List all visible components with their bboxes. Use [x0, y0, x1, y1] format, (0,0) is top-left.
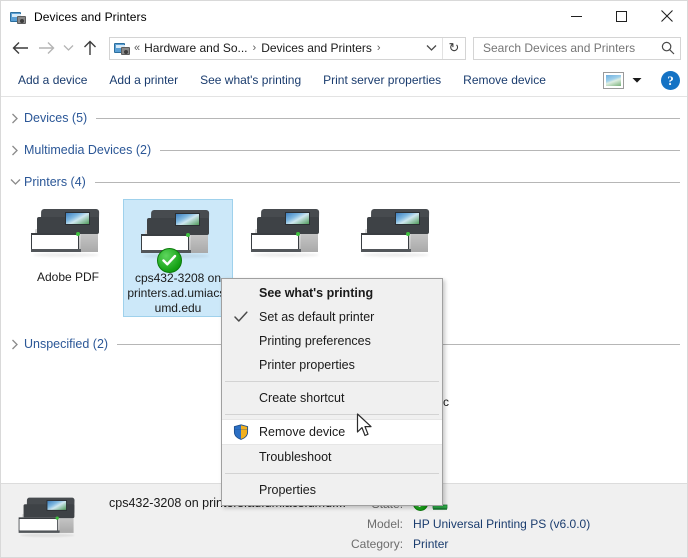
- menu-item-see-whats-printing[interactable]: See what's printing: [222, 281, 442, 305]
- printer-tile-cps432-3208[interactable]: cps432-3208 on printers.ad.umiacs.umd.ed…: [123, 199, 233, 317]
- details-value-model: HP Universal Printing PS (v6.0.0): [413, 517, 591, 531]
- address-bar-row: « Hardware and So... › Devices and Print…: [1, 32, 687, 64]
- group-rule: [94, 181, 680, 183]
- printer-tile-label: cps432-3208 on printers.ad.umiacs.umd.ed…: [127, 271, 229, 315]
- group-label-printers: Printers (4): [24, 175, 86, 189]
- menu-item-gutter: [222, 478, 259, 502]
- menu-separator: [225, 414, 439, 415]
- command-bar-right: ?: [603, 64, 684, 97]
- search-input[interactable]: [481, 40, 657, 56]
- minimize-button[interactable]: [554, 1, 599, 31]
- see-whats-printing-button[interactable]: See what's printing: [189, 65, 312, 95]
- printer-icon: [359, 207, 437, 263]
- devices-and-printers-icon: [114, 40, 130, 56]
- printer-icon: [139, 208, 217, 273]
- menu-item-label: Set as default printer: [259, 310, 375, 324]
- address-bar[interactable]: « Hardware and So... › Devices and Print…: [109, 36, 466, 60]
- printer-icon: [29, 207, 107, 263]
- menu-item-gutter: [222, 445, 259, 469]
- menu-item-label: Properties: [259, 483, 316, 497]
- chevron-down-icon[interactable]: [8, 175, 22, 189]
- remove-device-button[interactable]: Remove device: [452, 65, 557, 95]
- up-button[interactable]: [77, 35, 103, 61]
- menu-item-label: Troubleshoot: [259, 450, 332, 464]
- breadcrumb-separator[interactable]: ›: [249, 42, 261, 54]
- chevron-right-icon[interactable]: [8, 143, 22, 157]
- context-menu: See what's printing Set as default print…: [221, 278, 443, 506]
- printer-tile-adobe-pdf[interactable]: Adobe PDF: [13, 199, 123, 295]
- back-button[interactable]: [7, 35, 33, 61]
- printer-icon: [249, 207, 327, 263]
- help-icon[interactable]: ?: [661, 71, 680, 90]
- printer-icon: [17, 496, 81, 542]
- address-dropdown-button[interactable]: [420, 38, 442, 59]
- chevron-right-icon[interactable]: [8, 337, 22, 351]
- menu-item-label: Printer properties: [259, 358, 355, 372]
- add-a-device-button[interactable]: Add a device: [7, 65, 98, 95]
- chevron-right-icon[interactable]: [8, 111, 22, 125]
- breadcrumb-devices-and-printers[interactable]: Devices and Printers: [260, 41, 373, 55]
- close-button[interactable]: [644, 1, 687, 31]
- printer-tile-label: Adobe PDF: [36, 270, 100, 284]
- obscured-label-fragment: c: [443, 395, 449, 409]
- menu-item-gutter: [222, 329, 259, 353]
- group-header-devices[interactable]: Devices (5): [1, 105, 687, 131]
- devices-and-printers-window: Devices and Printers « Hardware and So..…: [0, 0, 688, 558]
- details-label-model: Model:: [367, 517, 404, 531]
- menu-item-printing-preferences[interactable]: Printing preferences: [222, 329, 442, 353]
- menu-item-gutter: [222, 420, 259, 444]
- menu-item-label: See what's printing: [259, 286, 374, 300]
- refresh-button[interactable]: ↻: [442, 37, 465, 59]
- menu-item-gutter: [222, 353, 259, 377]
- window-controls: [554, 1, 687, 31]
- menu-item-label: Create shortcut: [259, 391, 345, 405]
- menu-item-set-as-default-printer[interactable]: Set as default printer: [222, 305, 442, 329]
- menu-item-remove-device[interactable]: Remove device: [222, 419, 442, 445]
- group-label-unspecified: Unspecified (2): [24, 337, 109, 351]
- menu-separator: [225, 473, 439, 474]
- menu-item-properties[interactable]: Properties: [222, 478, 442, 502]
- maximize-button[interactable]: [599, 1, 644, 31]
- details-label-category: Category:: [351, 537, 404, 551]
- menu-item-label: Printing preferences: [259, 334, 371, 348]
- group-label-devices: Devices (5): [24, 111, 88, 125]
- group-header-printers[interactable]: Printers (4): [1, 169, 687, 195]
- group-header-multimedia-devices[interactable]: Multimedia Devices (2): [1, 137, 687, 163]
- print-server-properties-button[interactable]: Print server properties: [312, 65, 452, 95]
- refresh-icon: ↻: [448, 40, 460, 55]
- group-rule: [160, 149, 680, 151]
- menu-item-printer-properties[interactable]: Printer properties: [222, 353, 442, 377]
- menu-item-troubleshoot[interactable]: Troubleshoot: [222, 445, 442, 469]
- group-label-multimedia-devices: Multimedia Devices (2): [24, 143, 152, 157]
- menu-item-gutter: [222, 386, 259, 410]
- breadcrumb-overflow[interactable]: «: [133, 42, 143, 54]
- command-bar: Add a device Add a printer See what's pr…: [1, 64, 687, 97]
- devices-and-printers-icon: [10, 9, 26, 25]
- recent-locations-button[interactable]: [59, 35, 77, 61]
- view-thumbnail-icon[interactable]: [603, 72, 624, 89]
- add-a-printer-button[interactable]: Add a printer: [98, 65, 189, 95]
- default-printer-check-icon: [157, 248, 182, 273]
- menu-item-gutter: [222, 281, 259, 305]
- menu-item-create-shortcut[interactable]: Create shortcut: [222, 386, 442, 410]
- forward-button[interactable]: [33, 35, 59, 61]
- checkmark-icon: [222, 305, 259, 329]
- menu-item-label: Remove device: [259, 425, 346, 439]
- details-value-category: Printer: [413, 537, 449, 551]
- search-icon[interactable]: [657, 38, 679, 59]
- menu-separator: [225, 381, 439, 382]
- title-bar: Devices and Printers: [1, 1, 687, 32]
- chevron-down-icon[interactable]: [627, 71, 647, 91]
- breadcrumb-separator-trailing[interactable]: ›: [373, 42, 385, 54]
- breadcrumb-hardware-and-sound[interactable]: Hardware and So...: [143, 41, 248, 55]
- uac-shield-icon: [233, 424, 249, 440]
- search-box[interactable]: [473, 36, 681, 60]
- window-title: Devices and Printers: [34, 9, 147, 24]
- group-rule: [96, 117, 680, 119]
